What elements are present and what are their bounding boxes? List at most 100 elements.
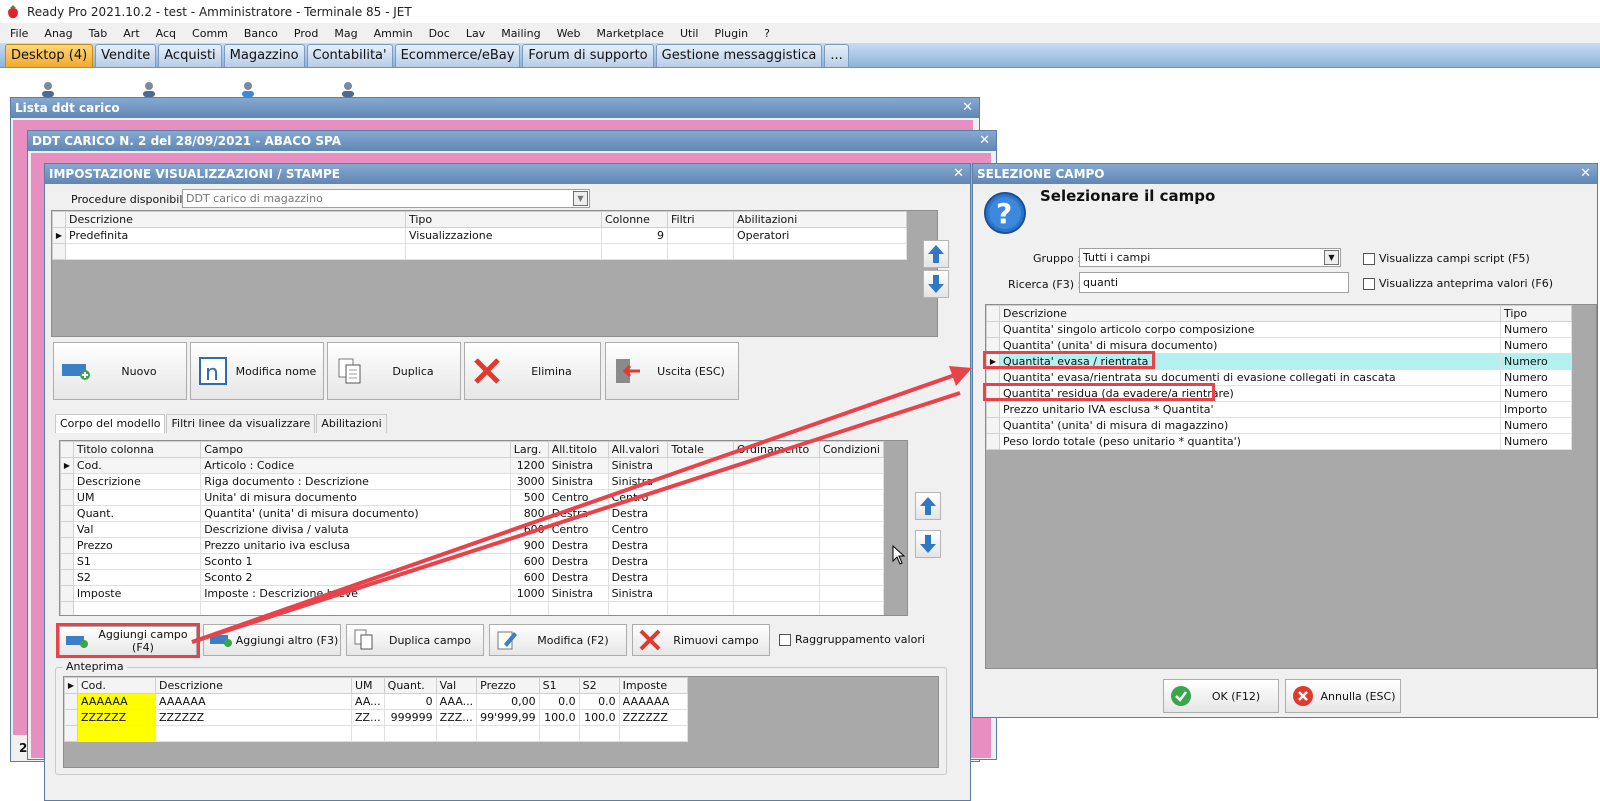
menu-help[interactable]: ? bbox=[756, 27, 778, 40]
col-header-campo[interactable]: Campo bbox=[200, 441, 511, 458]
ok-button[interactable]: OK (F12) bbox=[1163, 679, 1279, 713]
col-header-descrizione[interactable]: Descrizione bbox=[65, 211, 406, 228]
tab-abilitazioni[interactable]: Abilitazioni bbox=[316, 414, 387, 433]
menu-marketplace[interactable]: Marketplace bbox=[589, 27, 672, 40]
col-header-condizioni[interactable]: Condizioni bbox=[818, 441, 885, 458]
chevron-down-icon[interactable]: ▼ bbox=[573, 191, 588, 206]
table-row[interactable]: S2 Sconto 2 600 Destra Destra bbox=[60, 569, 885, 586]
uscita-button[interactable]: Uscita (ESC) bbox=[605, 342, 739, 400]
col-header-filtri[interactable]: Filtri bbox=[667, 211, 734, 228]
col-header-larg[interactable]: Larg. bbox=[509, 441, 549, 458]
close-icon[interactable]: ✕ bbox=[1580, 164, 1591, 184]
preview-values-checkbox[interactable]: Visualizza anteprima valori (F6) bbox=[1363, 277, 1553, 290]
table-row[interactable]: Quantita' (unita' di misura di magazzino… bbox=[986, 417, 1572, 434]
menu-file[interactable]: File bbox=[2, 27, 36, 40]
script-fields-checkbox[interactable]: Visualizza campi script (F5) bbox=[1363, 252, 1530, 265]
menu-ammin[interactable]: Ammin bbox=[366, 27, 421, 40]
checkbox-box[interactable] bbox=[779, 633, 791, 646]
menu-util[interactable]: Util bbox=[672, 27, 706, 40]
window-title-impostazione: IMPOSTAZIONE VISUALIZZAZIONI / STAMPE ✕ bbox=[45, 164, 970, 184]
menu-mag[interactable]: Mag bbox=[326, 27, 365, 40]
close-icon[interactable]: ✕ bbox=[953, 164, 964, 184]
field-down-button[interactable] bbox=[915, 530, 941, 558]
menu-lav[interactable]: Lav bbox=[458, 27, 493, 40]
strawberry-logo-icon bbox=[8, 4, 18, 18]
modifica-button[interactable]: Modifica (F2) bbox=[489, 624, 627, 656]
tab-contabilita[interactable]: Contabilita' bbox=[306, 44, 393, 67]
move-down-button[interactable] bbox=[923, 270, 949, 298]
tab-more[interactable]: ... bbox=[824, 44, 849, 67]
tab-desktop[interactable]: Desktop (4) bbox=[5, 44, 94, 67]
duplica-campo-button[interactable]: Duplica campo bbox=[346, 624, 484, 656]
col-header-all-titolo[interactable]: All.titolo bbox=[547, 441, 609, 458]
col-header-tipo[interactable]: Tipo bbox=[1500, 305, 1572, 322]
search-input[interactable]: quanti bbox=[1079, 272, 1349, 293]
col-header-totale[interactable]: Totale bbox=[667, 441, 735, 458]
table-row[interactable]: Quantita' singolo articolo corpo composi… bbox=[986, 321, 1572, 338]
tab-corpo-modello[interactable]: Corpo del modello bbox=[55, 414, 166, 433]
menu-web[interactable]: Web bbox=[549, 27, 589, 40]
remove-x-icon bbox=[639, 629, 661, 651]
table-row[interactable]: Prezzo unitario IVA esclusa * Quantita' I… bbox=[986, 401, 1572, 418]
col-header-all-valori[interactable]: All.valori bbox=[607, 441, 669, 458]
elimina-button[interactable]: Elimina bbox=[464, 342, 601, 400]
menu-anag[interactable]: Anag bbox=[36, 27, 80, 40]
table-row[interactable] bbox=[60, 601, 885, 615]
table-row[interactable]: ▶ Predefinita Visualizzazione 9 Operator… bbox=[52, 227, 907, 244]
col-header-abilitazioni[interactable]: Abilitazioni bbox=[733, 211, 907, 228]
modifica-nome-button[interactable]: n Modifica nome bbox=[190, 342, 324, 400]
col-header-colonne[interactable]: Colonne bbox=[601, 211, 668, 228]
procedure-select[interactable]: DDT carico di magazzino ▼ bbox=[182, 189, 590, 208]
menu-mailing[interactable]: Mailing bbox=[493, 27, 548, 40]
close-icon[interactable]: ✕ bbox=[962, 98, 973, 118]
tab-acquisti[interactable]: Acquisti bbox=[158, 44, 222, 67]
raggruppamento-checkbox[interactable]: Raggruppamento valori bbox=[779, 633, 925, 646]
table-row[interactable]: Imposte Imposte : Descrizione breve 1000 Si… bbox=[60, 585, 885, 602]
tab-ecommerce[interactable]: Ecommerce/eBay bbox=[394, 44, 521, 67]
col-header-ordinamento[interactable]: Ordinamento bbox=[733, 441, 820, 458]
tab-forum[interactable]: Forum di supporto bbox=[522, 44, 654, 67]
close-icon[interactable]: ✕ bbox=[979, 131, 990, 151]
tab-filtri-linee[interactable]: Filtri linee da visualizzare bbox=[166, 414, 316, 433]
tab-magazzino[interactable]: Magazzino bbox=[223, 44, 305, 67]
menu-banco[interactable]: Banco bbox=[236, 27, 286, 40]
table-row[interactable]: Peso lordo totale (peso unitario * quant… bbox=[986, 433, 1572, 450]
table-row[interactable]: Val Descrizione divisa / valuta 600 Centro C… bbox=[60, 521, 885, 538]
rimuovi-campo-button[interactable]: Rimuovi campo bbox=[632, 624, 770, 656]
menu-art[interactable]: Art bbox=[115, 27, 147, 40]
checkbox-box[interactable] bbox=[1363, 252, 1375, 265]
table-row[interactable] bbox=[52, 243, 907, 260]
tab-messaggistica[interactable]: Gestione messaggistica bbox=[655, 44, 823, 67]
tab-vendite[interactable]: Vendite bbox=[95, 44, 157, 67]
svg-text:n: n bbox=[205, 361, 219, 385]
move-up-button[interactable] bbox=[923, 240, 949, 268]
col-header-descrizione[interactable]: Descrizione bbox=[999, 305, 1501, 322]
table-row[interactable]: ▶ Cod. Articolo : Codice 1200 Sinistra Sinis… bbox=[60, 457, 885, 474]
window-title-selezione: SELEZIONE CAMPO ✕ bbox=[973, 164, 1597, 184]
table-row[interactable]: Descrizione Riga documento : Descrizione 3… bbox=[60, 473, 885, 490]
duplica-button[interactable]: Duplica bbox=[327, 342, 461, 400]
menu-comm[interactable]: Comm bbox=[184, 27, 236, 40]
table-row[interactable]: Quant. Quantita' (unita' di misura docume… bbox=[60, 505, 885, 522]
menu-plugin[interactable]: Plugin bbox=[706, 27, 756, 40]
table-row[interactable]: UM Unita' di misura documento 500 Centro Cen… bbox=[60, 489, 885, 506]
menu-acq[interactable]: Acq bbox=[148, 27, 184, 40]
table-row[interactable]: S1 Sconto 1 600 Destra Destra bbox=[60, 553, 885, 570]
preview-grid: ▶ Cod. Descrizione UM Quant. Val Prezzo … bbox=[63, 676, 939, 768]
chevron-down-icon[interactable]: ▼ bbox=[1324, 250, 1339, 265]
checkbox-box[interactable] bbox=[1363, 277, 1375, 290]
col-header-titolo[interactable]: Titolo colonna bbox=[72, 441, 202, 458]
menu-tab[interactable]: Tab bbox=[81, 27, 116, 40]
menu-doc[interactable]: Doc bbox=[421, 27, 458, 40]
gruppo-label: Gruppo : bbox=[1033, 252, 1081, 265]
annulla-button[interactable]: Annulla (ESC) bbox=[1285, 679, 1401, 713]
procedure-label: Procedure disponibili : bbox=[71, 193, 193, 206]
menu-prod[interactable]: Prod bbox=[286, 27, 326, 40]
views-grid: Descrizione Tipo Colonne Filtri Abilitaz… bbox=[51, 210, 938, 337]
field-up-button[interactable] bbox=[915, 492, 941, 520]
col-header-tipo[interactable]: Tipo bbox=[405, 211, 602, 228]
aggiungi-altro-button[interactable]: Aggiungi altro (F3) bbox=[203, 624, 341, 656]
gruppo-select[interactable]: Tutti i campi ▼ bbox=[1079, 248, 1341, 267]
nuovo-button[interactable]: Nuovo bbox=[53, 342, 187, 400]
table-row[interactable]: Prezzo Prezzo unitario iva esclusa 900 Dest… bbox=[60, 537, 885, 554]
